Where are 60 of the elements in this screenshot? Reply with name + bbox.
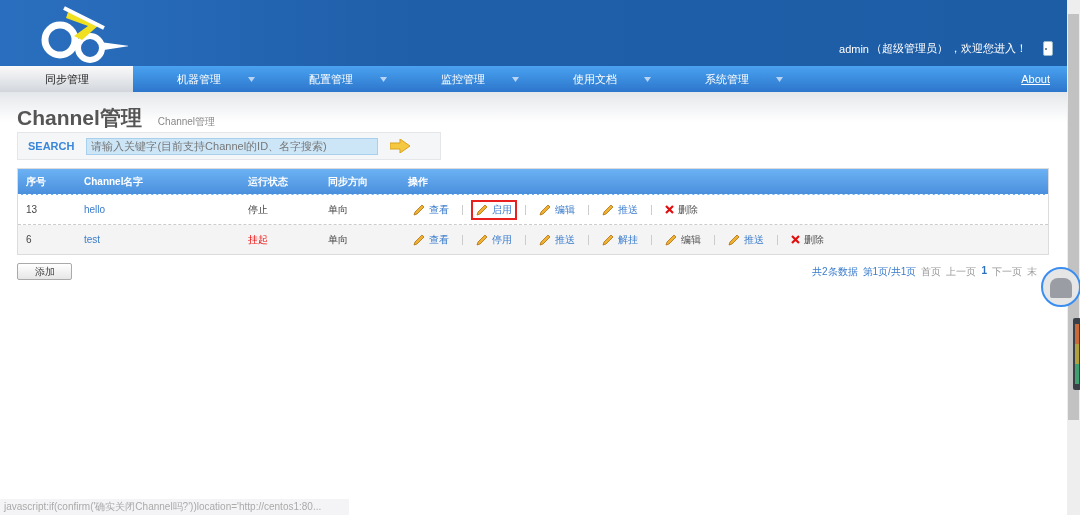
- audio-meter-icon: [1073, 318, 1080, 390]
- channel-link[interactable]: test: [76, 234, 240, 245]
- action-link[interactable]: 启用: [471, 199, 517, 220]
- status-cell-text: 挂起: [247, 232, 269, 247]
- page-title: Channel管理: [17, 105, 142, 131]
- status-bar: javascript:if(confirm('确实关闭Channel吗?'))location='http://centos1:80...: [0, 499, 349, 515]
- action-link[interactable]: 推送: [723, 229, 769, 250]
- current-page[interactable]: 1: [981, 264, 987, 279]
- page-info: 第1页/共1页: [862, 264, 917, 279]
- user-name: admin: [839, 42, 869, 55]
- action-link[interactable]: 编辑: [534, 199, 580, 220]
- search-field[interactable]: 请输入关键字(目前支持Channel的ID、名字搜索): [86, 137, 379, 155]
- action-link[interactable]: 删除: [660, 199, 703, 220]
- action-link[interactable]: 编辑: [660, 229, 706, 250]
- nav-tab[interactable]: 系统管理: [661, 66, 793, 92]
- pencil-icon: [539, 233, 551, 246]
- nav-tab[interactable]: 使用文档: [529, 66, 661, 92]
- user-role: （超级管理员）: [871, 41, 948, 56]
- action-link[interactable]: 推送: [597, 199, 643, 220]
- action-link[interactable]: 推送: [534, 229, 580, 250]
- column-header: Channel名字: [83, 174, 145, 189]
- table-cell-text: 13: [25, 204, 39, 215]
- column-header: 运行状态: [247, 174, 289, 189]
- add-button[interactable]: 添加: [17, 263, 72, 280]
- column-header: 操作: [407, 174, 429, 189]
- nav-tab[interactable]: 机器管理: [133, 66, 265, 92]
- about-link[interactable]: About: [1021, 73, 1050, 85]
- breadcrumb: Channel管理: [157, 115, 216, 129]
- column-header: 序号: [25, 174, 47, 189]
- pencil-icon: [602, 203, 614, 216]
- action-link[interactable]: 解挂: [597, 229, 643, 250]
- table-cell-text: 6: [25, 234, 33, 245]
- action-link[interactable]: 删除: [786, 229, 829, 250]
- status-cell-text: 停止: [247, 202, 269, 217]
- logout-icon[interactable]: [1043, 41, 1053, 56]
- channel-link[interactable]: hello: [76, 204, 240, 215]
- action-link[interactable]: 停用: [471, 229, 517, 250]
- welcome-text: ，欢迎您进入！: [950, 41, 1027, 56]
- pencil-icon: [476, 233, 488, 246]
- pencil-icon: [539, 203, 551, 216]
- table-cell-text: 单向: [327, 202, 349, 217]
- pencil-icon: [413, 233, 425, 246]
- last-page-link[interactable]: 末: [1027, 264, 1037, 279]
- pencil-icon: [728, 233, 740, 246]
- first-page-link[interactable]: 首页: [921, 264, 942, 279]
- total-count: 共2条数据: [811, 264, 858, 279]
- action-link[interactable]: 查看: [408, 199, 454, 220]
- pencil-icon: [665, 233, 677, 246]
- search-label: SEARCH: [28, 140, 75, 152]
- close-icon: [791, 235, 800, 244]
- pencil-icon: [476, 203, 488, 216]
- column-header: 同步方向: [327, 174, 369, 189]
- nav-tab[interactable]: 配置管理: [265, 66, 397, 92]
- table-cell-text: 单向: [327, 232, 349, 247]
- nav-tab[interactable]: 监控管理: [397, 66, 529, 92]
- pencil-icon: [413, 203, 425, 216]
- nav-tab[interactable]: 同步管理: [0, 66, 133, 92]
- pencil-icon: [602, 233, 614, 246]
- action-link[interactable]: 查看: [408, 229, 454, 250]
- close-icon: [665, 205, 674, 214]
